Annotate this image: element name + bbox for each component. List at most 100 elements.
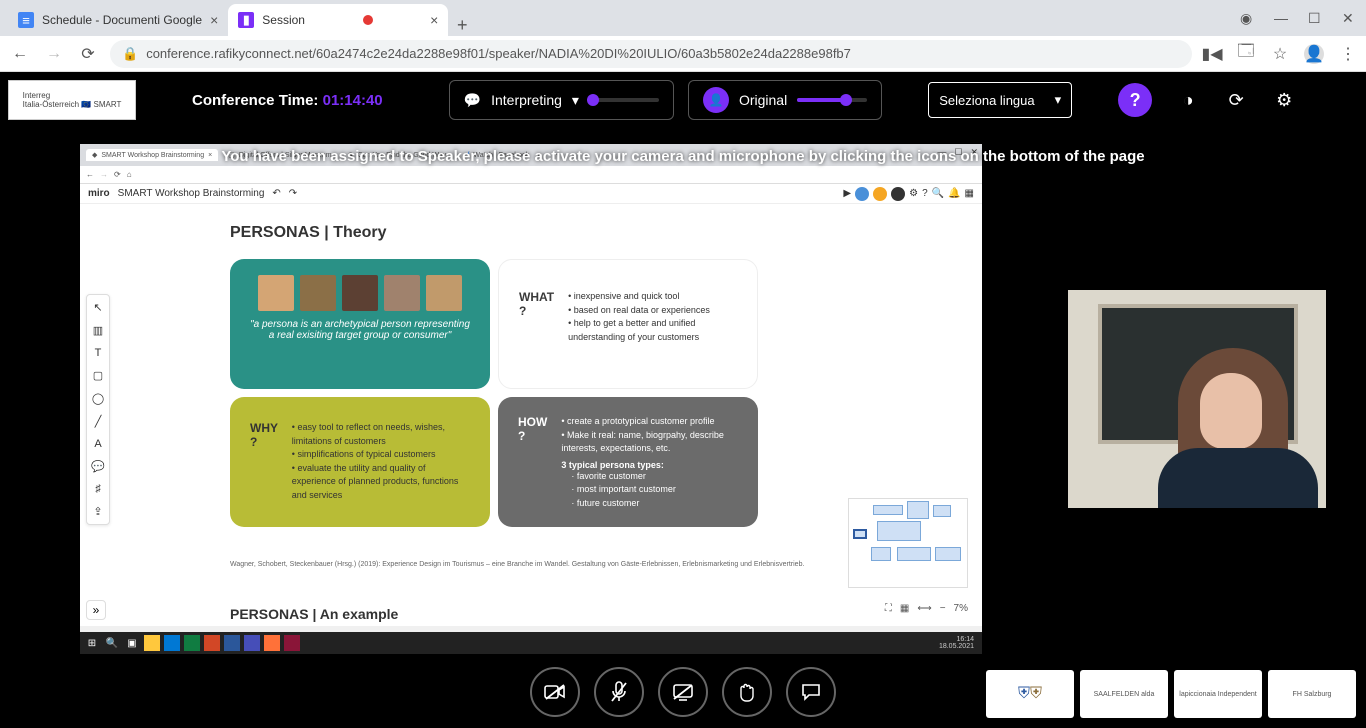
- text-tool-icon[interactable]: T: [95, 347, 102, 359]
- screenshare-toggle-button[interactable]: [658, 667, 708, 717]
- person-icon: 👤: [703, 87, 729, 113]
- speaker-video-tile[interactable]: [1068, 290, 1326, 508]
- app-root: InterregItalia-Österreich 🇪🇺 SMART Confe…: [0, 72, 1366, 728]
- clock-icon[interactable]: ◑: [1176, 90, 1200, 111]
- shape-tool-icon[interactable]: ◯: [92, 392, 104, 405]
- how-types-label: 3 typical persona types:: [561, 460, 738, 470]
- docs-favicon-icon: ≡: [18, 12, 34, 28]
- browser-tab-0[interactable]: ≡ Schedule - Documenti Google ×: [8, 4, 228, 36]
- persona-face-icon: [258, 275, 294, 311]
- citation-text: Wagner, Schobert, Steckenbauer (Hrsg.) (…: [230, 561, 804, 568]
- zoom-out-icon[interactable]: −: [940, 603, 946, 614]
- why-label: WHY ?: [250, 421, 278, 449]
- sponsor-logo-bar: ⛨ ⛨ SAALFELDEN alda lapiccionaia Indepen…: [986, 670, 1356, 718]
- back-button[interactable]: ←: [8, 42, 32, 66]
- lock-icon: 🔒: [122, 46, 138, 62]
- miro-collaborators: ▶ ⚙?🔍🔔▦: [843, 187, 974, 201]
- slide-title: PERSONAS | Theory: [230, 224, 387, 242]
- close-window-icon[interactable]: ✕: [1342, 10, 1356, 24]
- what-label: WHAT ?: [519, 290, 554, 318]
- speaker-assignment-banner: You have been assigned to Speaker, pleas…: [0, 148, 1366, 165]
- upload-tool-icon[interactable]: ⇪: [93, 505, 102, 518]
- chrome-menu-icon[interactable]: ⋮: [1338, 44, 1358, 64]
- word-icon: [224, 635, 240, 651]
- list-item: create a prototypical customer profile: [561, 415, 738, 429]
- maximize-icon[interactable]: ☐: [1308, 10, 1322, 24]
- chat-button[interactable]: [786, 667, 836, 717]
- persona-face-icon: [342, 275, 378, 311]
- fit-icon[interactable]: ⟷: [917, 603, 931, 614]
- window-controls: ◉ — ☐ ✕: [1240, 10, 1356, 24]
- list-item: based on real data or experiences: [568, 304, 737, 318]
- url-input[interactable]: 🔒 conference.rafikyconnect.net/60a2474c2…: [110, 40, 1192, 68]
- browser-tab-1[interactable]: ▮ Session ×: [228, 4, 448, 36]
- new-tab-button[interactable]: +: [448, 15, 476, 36]
- how-label: HOW ?: [518, 415, 547, 443]
- settings-gear-icon[interactable]: ⚙: [1272, 90, 1296, 111]
- frame-tool-icon[interactable]: ♯: [95, 483, 101, 495]
- windows-start-icon: ⊞: [84, 635, 100, 651]
- list-item: easy tool to reflect on needs, wishes, l…: [292, 421, 470, 448]
- translate-icon[interactable]: 🗔: [1236, 44, 1256, 64]
- zoom-level: 7%: [954, 603, 968, 614]
- bookmark-star-icon[interactable]: ☆: [1270, 44, 1290, 64]
- raise-hand-button[interactable]: [722, 667, 772, 717]
- persona-face-icon: [384, 275, 420, 311]
- tab-close-icon[interactable]: ×: [430, 12, 438, 28]
- recording-indicator-icon: [363, 15, 373, 25]
- url-text: conference.rafikyconnect.net/60a2474c2e2…: [146, 46, 851, 61]
- profile-avatar-icon[interactable]: 👤: [1304, 44, 1324, 64]
- original-volume-slider[interactable]: [797, 98, 867, 102]
- camera-permission-icon[interactable]: ▮◀: [1202, 44, 1222, 64]
- pen-tool-icon[interactable]: A: [94, 438, 101, 450]
- camera-toggle-button[interactable]: [530, 667, 580, 717]
- mic-toggle-button[interactable]: [594, 667, 644, 717]
- minimize-icon[interactable]: —: [1274, 10, 1288, 24]
- how-card: HOW ? create a prototypical customer pro…: [498, 397, 758, 527]
- shared-screen: ◆SMART Workshop Brainstorming× ▢Digital …: [80, 144, 982, 654]
- miro-minimap[interactable]: [848, 498, 968, 588]
- personas-definition-card: "a persona is an archetypical person rep…: [230, 259, 490, 389]
- shared-windows-taskbar: ⊞ 🔍 ▣ 16:14 18.05.2021: [80, 632, 982, 654]
- cursor-tool-icon[interactable]: ↖: [93, 301, 102, 314]
- browser-tab-strip: ≡ Schedule - Documenti Google × ▮ Sessio…: [0, 0, 1366, 36]
- task-view-icon: ▣: [124, 635, 140, 651]
- teams-icon: [244, 635, 260, 651]
- comment-tool-icon[interactable]: 💬: [91, 460, 105, 473]
- interpreting-icon: 💬: [464, 92, 481, 109]
- interpreting-volume-slider[interactable]: [589, 98, 659, 102]
- persona-face-icon: [300, 275, 336, 311]
- refresh-icon[interactable]: ⟳: [1224, 90, 1248, 111]
- reload-button[interactable]: ⟳: [76, 42, 100, 66]
- list-item: most important customer: [561, 483, 738, 497]
- excel-icon: [184, 635, 200, 651]
- interpreting-label: Interpreting: [491, 92, 562, 108]
- personas-quote: "a persona is an archetypical person rep…: [250, 319, 470, 341]
- account-switch-icon[interactable]: ◉: [1240, 10, 1254, 24]
- language-select[interactable]: Seleziona lingua ▾: [928, 82, 1072, 118]
- grid-icon[interactable]: ▦: [900, 603, 909, 614]
- shield-icon: ⛨: [1018, 685, 1030, 703]
- list-item: inexpensive and quick tool: [568, 290, 737, 304]
- conference-time: Conference Time: 01:14:40: [192, 92, 383, 109]
- miro-view-controls[interactable]: ⛶ ▦ ⟷ − 7%: [885, 603, 968, 614]
- powerpoint-icon: [204, 635, 220, 651]
- sponsor-logo: SAALFELDEN alda: [1080, 670, 1168, 718]
- list-item: evaluate the utility and quality of expe…: [292, 462, 470, 503]
- miro-canvas[interactable]: PERSONAS | Theory ↖ ▥ T ▢ ◯ ╱ A 💬 ♯ ⇪: [80, 204, 982, 626]
- miro-doc-title: SMART Workshop Brainstorming: [118, 188, 265, 199]
- fullscreen-icon[interactable]: ⛶: [885, 603, 892, 614]
- original-audio-control[interactable]: 👤 Original: [688, 80, 882, 120]
- interpreting-control[interactable]: 💬 Interpreting ▾: [449, 80, 674, 120]
- line-tool-icon[interactable]: ╱: [95, 415, 102, 428]
- miro-more-button[interactable]: »: [86, 600, 106, 620]
- shield-icon: ⛨: [1030, 685, 1042, 703]
- sticky-tool-icon[interactable]: ▢: [93, 369, 103, 382]
- miro-left-toolbar[interactable]: ↖ ▥ T ▢ ◯ ╱ A 💬 ♯ ⇪: [86, 294, 110, 525]
- tab-close-icon[interactable]: ×: [210, 12, 218, 28]
- help-button[interactable]: ?: [1118, 83, 1152, 117]
- template-tool-icon[interactable]: ▥: [93, 324, 103, 337]
- forward-button[interactable]: →: [42, 42, 66, 66]
- conference-top-bar: InterregItalia-Österreich 🇪🇺 SMART Confe…: [0, 72, 1366, 128]
- sponsor-logo: ⛨ ⛨: [986, 670, 1074, 718]
